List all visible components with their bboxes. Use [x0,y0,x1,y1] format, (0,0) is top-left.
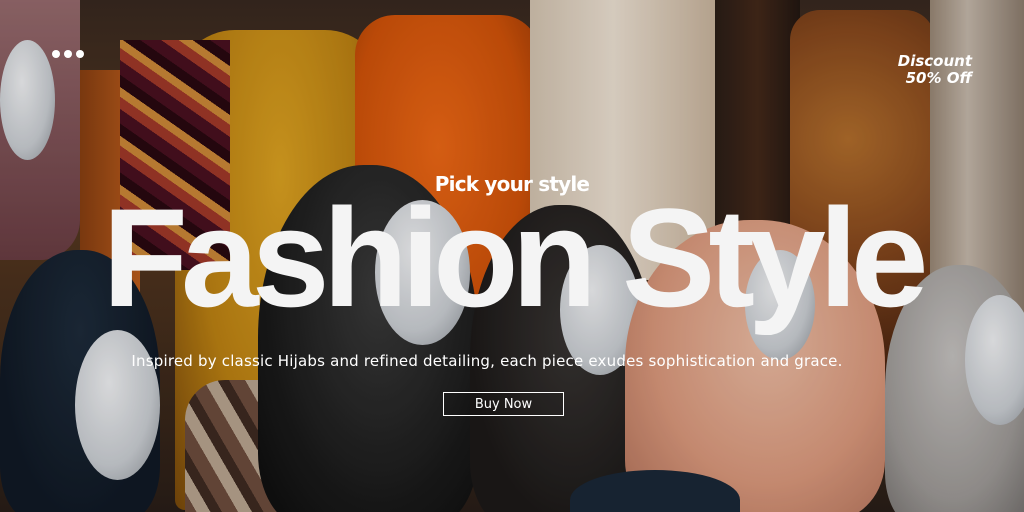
more-dots-icon[interactable] [52,50,84,58]
headline: Fashion Style [102,179,928,336]
dot [52,50,60,58]
discount-label: Discount [897,52,972,70]
description: Inspired by classic Hijabs and refined d… [131,352,843,370]
dot [64,50,72,58]
buy-now-button[interactable]: Buy Now [443,392,564,416]
discount-value: 50% Off [905,69,972,87]
dot [76,50,84,58]
discount-badge: Discount 50% Off [898,53,972,87]
